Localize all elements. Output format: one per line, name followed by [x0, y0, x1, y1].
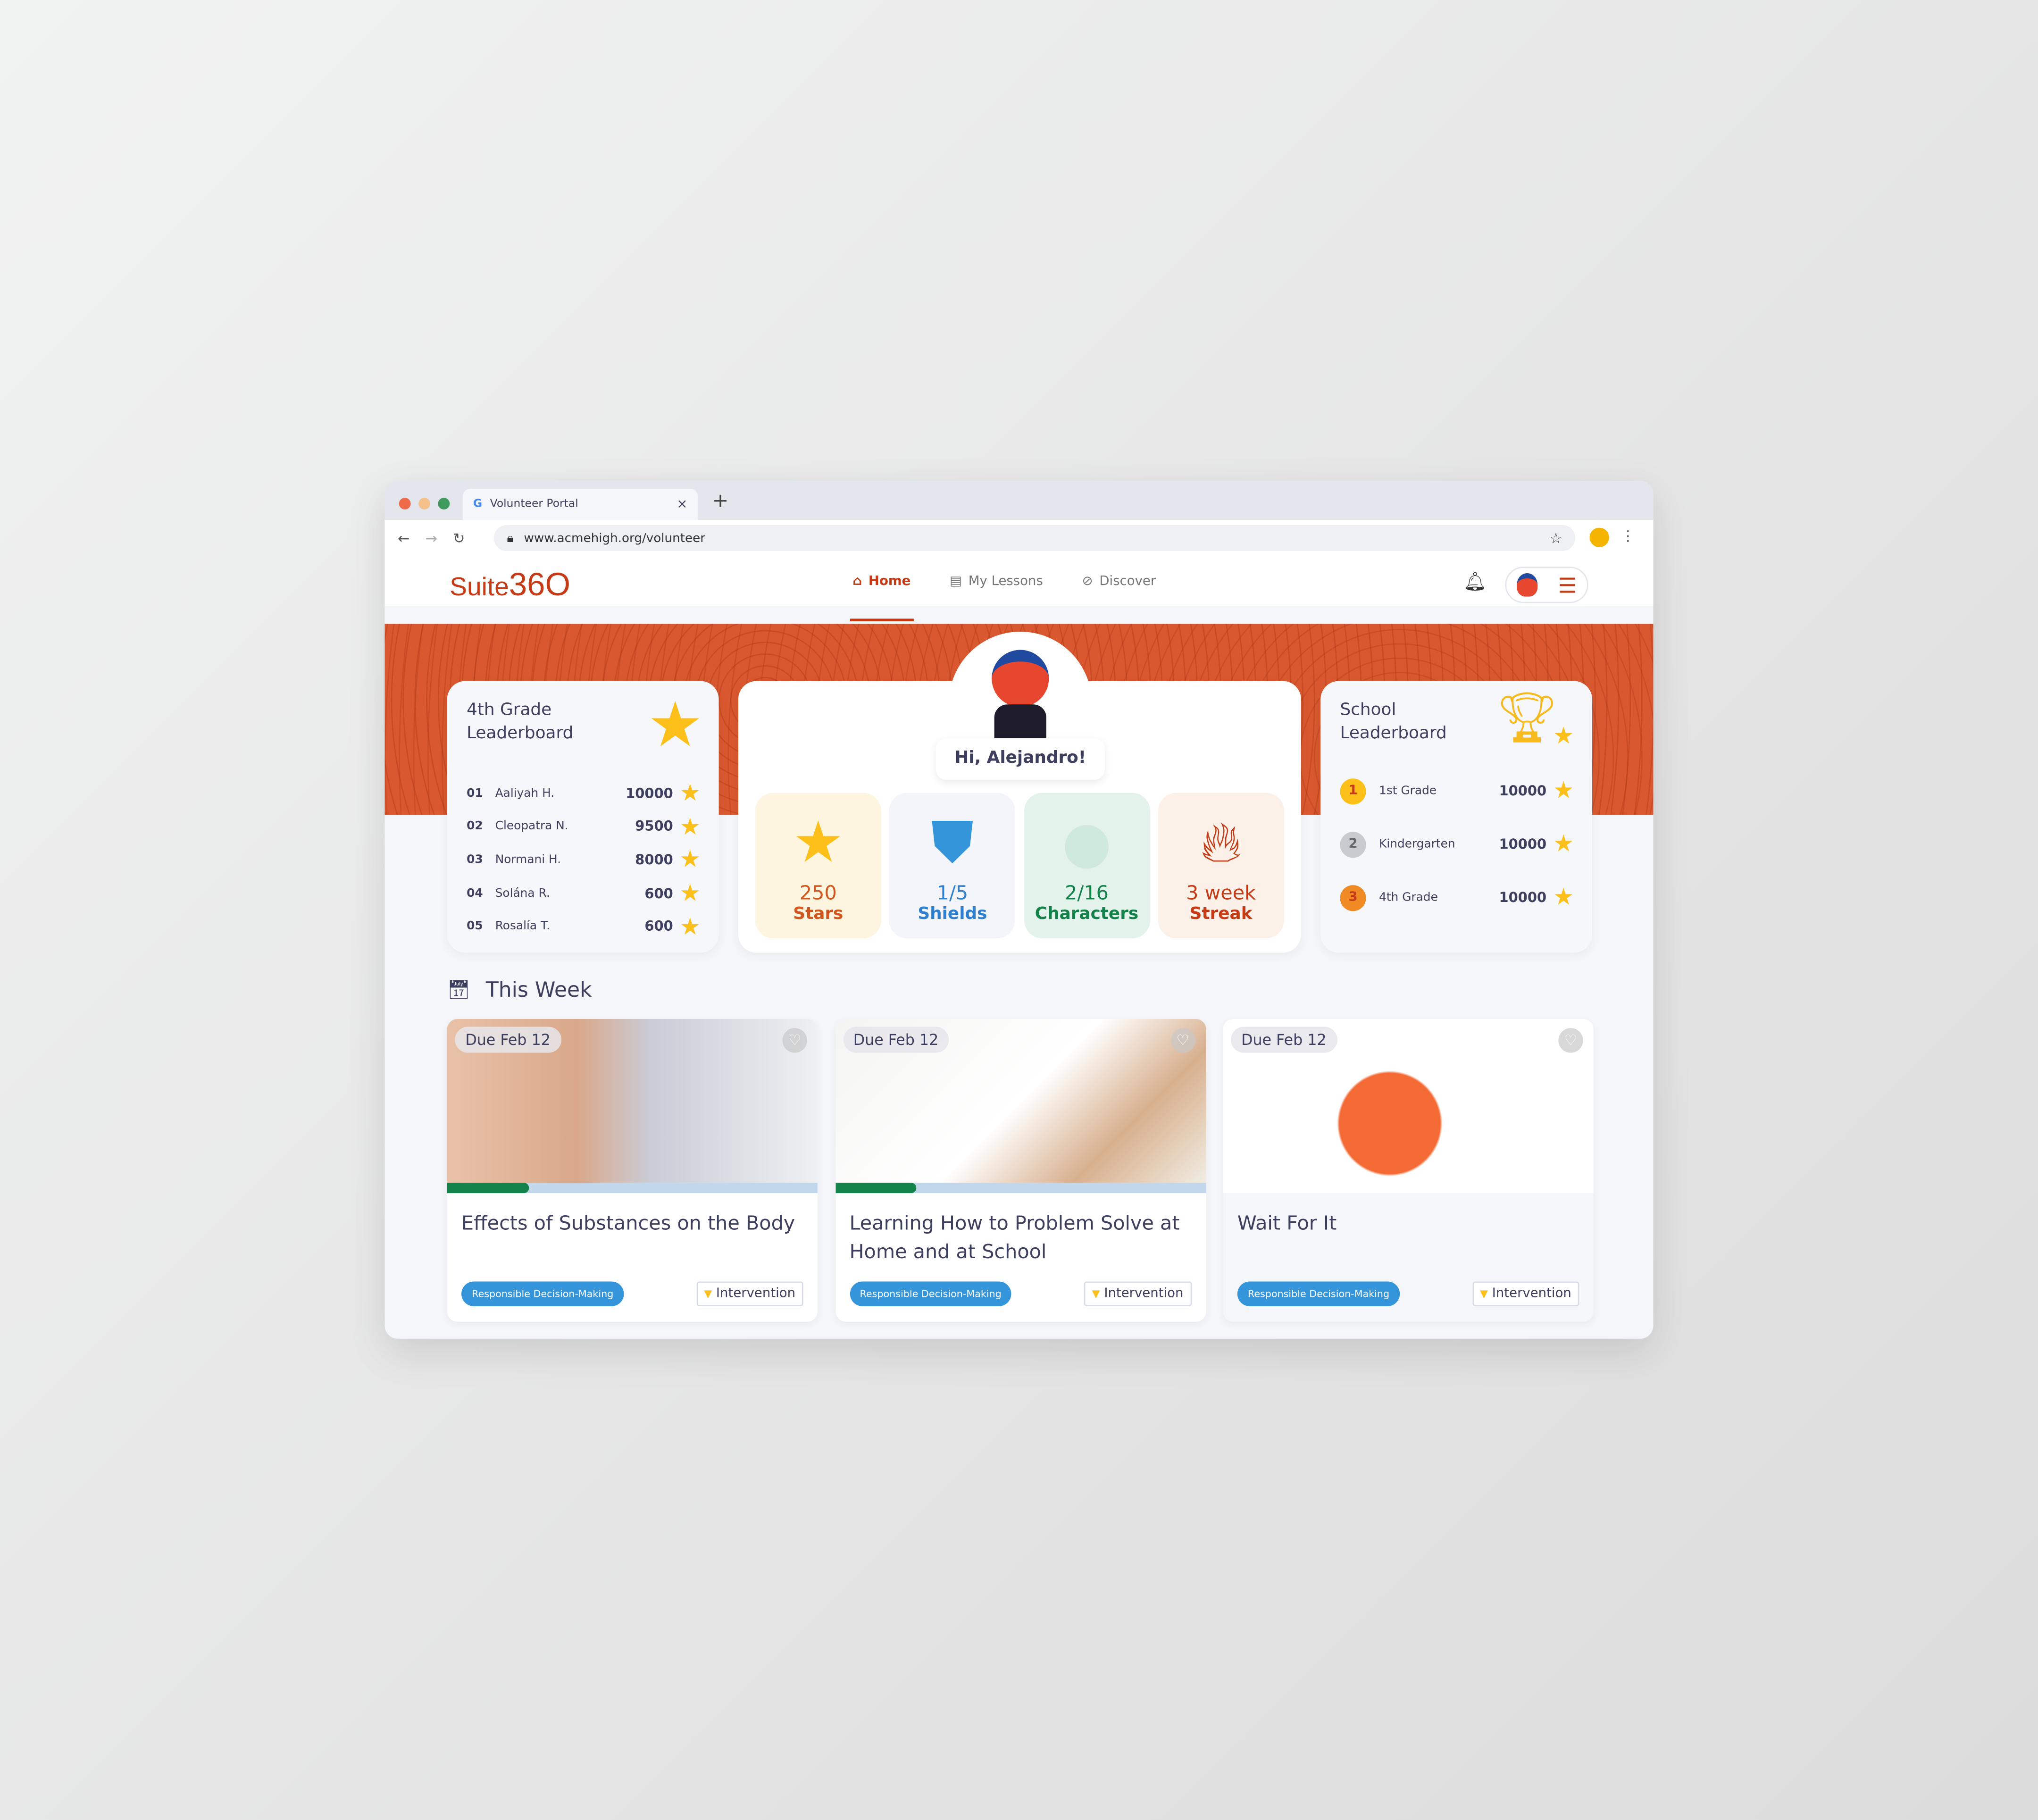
account-menu-button[interactable]: ☰	[1505, 567, 1588, 603]
minimize-window-button[interactable]	[418, 498, 430, 509]
grade-leaderboard-card: 4th Grade Leaderboard ★ 01 Aaliyah H. 100…	[447, 681, 719, 953]
due-date-badge: Due Feb 12	[455, 1027, 561, 1053]
lesson-title: Effects of Substances on the Body	[461, 1211, 795, 1235]
category-tag[interactable]: Responsible Decision-Making	[461, 1281, 624, 1306]
browser-window: G Volunteer Portal × + ← → ↻ 🔒︎ www.acme…	[384, 481, 1654, 1339]
close-tab-icon[interactable]: ×	[677, 497, 687, 511]
lesson-title: Wait For It	[1237, 1211, 1337, 1235]
due-date-badge: Due Feb 12	[1231, 1027, 1337, 1053]
leaderboard-row: 04 Solána R. 600 ★	[467, 880, 701, 908]
nav-discover[interactable]: ⊘ Discover	[1082, 556, 1156, 606]
reload-icon[interactable]: ↻	[453, 530, 465, 547]
leaderboard-row: 3 4th Grade 10000 ★	[1340, 884, 1574, 911]
progress-bar	[835, 1183, 1206, 1194]
bookmark-star-icon[interactable]: ☆	[1549, 530, 1562, 547]
book-icon: ▤	[949, 574, 962, 588]
stat-tile-shields[interactable]: ⛊ 1/5 Shields	[889, 793, 1016, 939]
lock-icon: 🔒︎	[507, 531, 514, 545]
maximize-window-button[interactable]	[438, 498, 450, 509]
nav-home[interactable]: ⌂ Home	[850, 556, 913, 621]
leaderboard-row: 02 Cleopatra N. 9500 ★	[467, 813, 701, 841]
trophy-icon: 🏆︎	[1495, 689, 1559, 746]
google-icon: G	[473, 498, 483, 511]
leaderboard-row: 03 Normani H. 8000 ★	[467, 846, 701, 874]
tab-bar: G Volunteer Portal × +	[384, 481, 1654, 520]
stat-tile-streak[interactable]: 🔥︎ 3 week Streak	[1158, 793, 1284, 939]
tab-title: Volunteer Portal	[490, 498, 578, 511]
star-icon: ★	[679, 880, 701, 908]
star-icon: ★	[647, 689, 703, 762]
intervention-icon: ▼	[1092, 1288, 1100, 1300]
stat-tile-stars[interactable]: ★ 250 Stars	[755, 793, 881, 939]
flame-icon: 🔥︎	[1200, 809, 1242, 876]
lesson-image: Due Feb 12 ♡	[1223, 1019, 1594, 1194]
star-icon: ★	[792, 809, 844, 876]
star-icon: ★	[679, 780, 701, 807]
browser-tab[interactable]: G Volunteer Portal ×	[462, 488, 698, 520]
lesson-image: Due Feb 12 ♡	[835, 1019, 1206, 1183]
due-date-badge: Due Feb 12	[843, 1027, 949, 1053]
calendar-check-icon: 📅︎	[447, 979, 470, 1001]
lesson-type-badge: ▼ Intervention	[696, 1281, 803, 1306]
star-icon: ★	[679, 913, 701, 941]
profile-card: Hi, Alejandro! ★ 250 Stars ⛊ 1/5 Shields…	[738, 631, 1301, 953]
stat-tile-characters[interactable]: ● 2/16 Characters	[1023, 793, 1150, 939]
forward-icon[interactable]: →	[426, 530, 437, 547]
address-bar: ← → ↻ 🔒︎ www.acmehigh.org/volunteer ☆ ⋮	[384, 520, 1654, 557]
suite360-logo[interactable]: Suite36O	[450, 567, 570, 604]
bell-icon[interactable]: 🔔︎	[1463, 572, 1487, 593]
lesson-card[interactable]: Due Feb 12 ♡ Effects of Substances on th…	[447, 1019, 818, 1322]
nav-my-lessons[interactable]: ▤ My Lessons	[950, 556, 1043, 606]
category-tag[interactable]: Responsible Decision-Making	[1237, 1281, 1400, 1306]
shield-icon: ⛊	[931, 809, 974, 876]
leaderboard-row: 01 Aaliyah H. 10000 ★	[467, 780, 701, 807]
lesson-card[interactable]: Due Feb 12 ♡ Wait For It Responsible Dec…	[1223, 1019, 1594, 1322]
leaderboard-title: School	[1340, 700, 1396, 720]
intervention-icon: ▼	[704, 1288, 712, 1300]
url-input[interactable]: 🔒︎ www.acmehigh.org/volunteer ☆	[493, 525, 1576, 551]
intervention-icon: ▼	[1479, 1288, 1488, 1300]
lesson-type-badge: ▼ Intervention	[1084, 1281, 1192, 1306]
star-icon: ★	[1553, 777, 1574, 805]
greeting: Hi, Alejandro!	[935, 738, 1105, 780]
school-leaderboard-card: School Leaderboard 🏆︎ ★ 1 1st Grade 10000…	[1320, 681, 1592, 953]
favorite-heart-icon[interactable]: ♡	[782, 1028, 807, 1053]
progress-bar	[447, 1183, 818, 1194]
leaderboard-row: 05 Rosalía T. 600 ★	[467, 913, 701, 941]
new-tab-button[interactable]: +	[712, 489, 729, 512]
main-nav: ⌂ Home ▤ My Lessons ⊘ Discover	[850, 556, 1156, 621]
close-window-button[interactable]	[399, 498, 411, 509]
star-icon: ★	[679, 846, 701, 874]
character-icon: ●	[1061, 809, 1112, 876]
profile-avatar[interactable]	[1589, 527, 1609, 547]
compass-icon: ⊘	[1082, 574, 1093, 588]
lesson-type-badge: ▼ Intervention	[1472, 1281, 1579, 1306]
leaderboard-row: 2 Kindergarten 10000 ★	[1340, 831, 1574, 858]
lesson-image: Due Feb 12 ♡	[447, 1019, 818, 1183]
rank-medal-icon: 3	[1340, 884, 1366, 910]
leaderboard-title: 4th Grade	[467, 700, 552, 720]
favorite-heart-icon[interactable]: ♡	[1558, 1028, 1583, 1053]
rank-medal-icon: 2	[1340, 831, 1366, 857]
star-icon: ★	[1553, 830, 1574, 858]
url-text: www.acmehigh.org/volunteer	[524, 531, 705, 545]
leaderboard-row: 1 1st Grade 10000 ★	[1340, 777, 1574, 805]
app-header: Suite36O ⌂ Home ▤ My Lessons ⊘ Discover 🔔︎ …	[384, 556, 1654, 621]
menu-icon: ☰	[1558, 572, 1577, 597]
this-week-heading: 📅︎ This Week	[447, 977, 592, 1002]
back-icon[interactable]: ←	[398, 530, 409, 547]
more-menu-icon[interactable]: ⋮	[1621, 528, 1635, 545]
star-icon: ★	[1553, 884, 1574, 911]
favorite-heart-icon[interactable]: ♡	[1170, 1028, 1195, 1053]
lesson-title: Learning How to Problem Solve at Home an…	[849, 1211, 1180, 1263]
tiger-avatar-icon	[1516, 573, 1538, 597]
star-icon: ★	[679, 813, 701, 841]
category-tag[interactable]: Responsible Decision-Making	[849, 1281, 1012, 1306]
rank-medal-icon: 1	[1340, 777, 1366, 804]
star-icon: ★	[1553, 722, 1574, 750]
lesson-card[interactable]: Due Feb 12 ♡ Learning How to Problem Sol…	[835, 1019, 1206, 1322]
home-icon: ⌂	[852, 574, 862, 588]
